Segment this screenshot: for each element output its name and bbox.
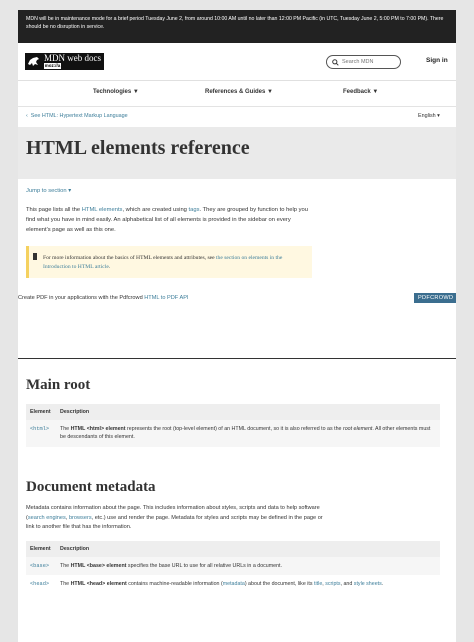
flag-icon — [33, 252, 37, 260]
search-icon — [332, 58, 339, 66]
breadcrumb-label: See HTML: Hypertext Markup Language — [30, 113, 128, 119]
pdf-api-link[interactable]: HTML to PDF API — [144, 295, 188, 301]
head-element-link[interactable]: <head> — [30, 581, 49, 587]
intro-paragraph: This page lists all the HTML elements, w… — [26, 206, 311, 236]
main-root-heading: Main root — [26, 376, 91, 393]
search-engines-link[interactable]: search engines — [28, 515, 66, 521]
page-title: HTML elements reference — [26, 137, 250, 159]
main-nav: Technologies ▼ References & Guides ▼ Fee… — [18, 81, 456, 107]
html-element-link[interactable]: <html> — [30, 426, 49, 432]
logo-name: MDN web docs — [44, 53, 101, 63]
jump-to-section[interactable]: Jump to section ▾ — [26, 188, 456, 194]
intro-text-1: This page lists all the — [26, 207, 82, 213]
element-description: The HTML <head> element contains machine… — [60, 581, 384, 588]
mdn-logo[interactable]: MDN web docs moz://a — [25, 53, 104, 70]
page: MDN will be in maintenance mode for a br… — [18, 10, 456, 642]
metadata-link[interactable]: metadata — [223, 581, 245, 587]
note-text-2: . — [108, 263, 111, 270]
html-elements-link[interactable]: HTML elements — [82, 207, 123, 213]
search-input[interactable] — [342, 59, 397, 65]
element-description: The HTML <html> element represents the r… — [56, 419, 440, 447]
table-row: <head> The HTML <head> element contains … — [26, 575, 440, 594]
style-sheets-link[interactable]: style sheets — [354, 581, 382, 587]
pdfcrowd-button[interactable]: PDFCROWD — [414, 292, 456, 303]
document-metadata-heading: Document metadata — [26, 479, 156, 495]
table-row: <base> The HTML <base> element specifies… — [26, 556, 440, 576]
intro-text-2: , which are created using — [122, 207, 189, 213]
pdfcrowd-bar: Create PDF in your applications with the… — [18, 292, 456, 304]
column-header-description: Description — [56, 403, 440, 420]
chevron-left-icon: ‹ — [26, 113, 28, 119]
main-root-table: Element Description <html> The HTML <htm… — [26, 403, 440, 447]
metadata-paragraph: Metadata contains information about the … — [26, 505, 323, 530]
metadata-table: Element Description <base> The HTML <bas… — [26, 540, 440, 594]
sign-in-link[interactable]: Sign in — [426, 57, 448, 64]
info-note: For more information about the basics of… — [26, 245, 312, 278]
column-header-element: Element — [26, 403, 56, 420]
nav-feedback[interactable]: Feedback ▼ — [343, 89, 378, 95]
language-selector[interactable]: English ▾ — [418, 113, 440, 119]
pdfcrowd-text: Create PDF in your applications with the… — [18, 294, 145, 301]
table-row: <html> The HTML <html> element represent… — [26, 419, 440, 447]
breadcrumb: ‹ See HTML: Hypertext Markup Language En… — [18, 107, 456, 127]
element-description: The HTML <base> element specifies the ba… — [56, 556, 440, 576]
browsers-link[interactable]: browsers — [69, 515, 92, 521]
tags-link[interactable]: tags — [189, 207, 200, 213]
column-header-description: Description — [56, 540, 440, 557]
page-divider — [18, 357, 456, 359]
breadcrumb-back-link[interactable]: ‹ See HTML: Hypertext Markup Language — [26, 113, 128, 119]
mozilla-wordmark: moz://a — [44, 63, 61, 69]
base-element-link[interactable]: <base> — [30, 563, 49, 569]
column-header-element: Element — [26, 540, 56, 557]
search-box[interactable] — [326, 55, 401, 69]
dinosaur-icon — [25, 53, 41, 70]
title-bar: HTML elements reference — [18, 127, 456, 179]
site-header: MDN web docs moz://a Sign in — [18, 43, 456, 81]
nav-references-guides[interactable]: References & Guides ▼ — [205, 89, 273, 95]
maintenance-banner: MDN will be in maintenance mode for a br… — [18, 10, 456, 43]
note-text-1: For more information about the basics of… — [43, 254, 216, 261]
scripts-link[interactable]: scripts — [325, 581, 340, 587]
nav-technologies[interactable]: Technologies ▼ — [93, 89, 139, 95]
banner-text: MDN will be in maintenance mode for a br… — [26, 16, 444, 31]
